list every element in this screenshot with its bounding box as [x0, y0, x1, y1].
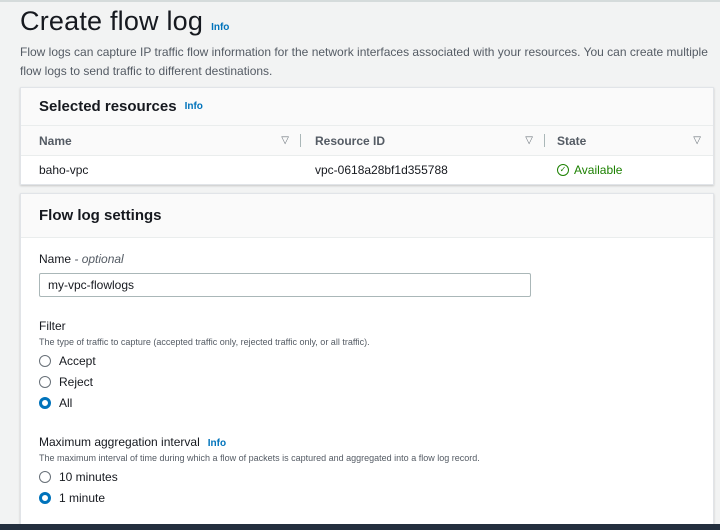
radio-button[interactable]	[39, 470, 51, 483]
column-header-resource-id[interactable]: Resource ID ▽	[301, 126, 545, 155]
radio-button[interactable]	[39, 354, 51, 367]
filter-description: The type of traffic to capture (accepted…	[39, 337, 370, 347]
filter-group: Filter The type of traffic to capture (a…	[39, 319, 695, 413]
name-input[interactable]	[39, 273, 531, 297]
page-header: Create flow log Info Flow logs can captu…	[20, 6, 710, 81]
sort-caret-down-icon[interactable]: ▽	[693, 135, 701, 146]
check-circle-icon: ✓	[557, 164, 569, 176]
table-row: baho-vpc vpc-0618a28bf1d355788 ✓ Availab…	[21, 156, 713, 184]
aggregation-label-row: Maximum aggregation interval Info	[39, 435, 695, 449]
filter-option-reject[interactable]: Reject	[39, 371, 695, 392]
bottom-bar	[0, 524, 720, 530]
aggregation-option-10-minutes[interactable]: 10 minutes	[39, 466, 695, 487]
aggregation-label: Maximum aggregation interval	[39, 435, 200, 449]
status-label: Available	[574, 163, 623, 177]
column-header-name[interactable]: Name ▽	[21, 126, 301, 155]
sort-caret-down-icon[interactable]: ▽	[281, 135, 289, 146]
name-field-group: Name - optional	[39, 252, 695, 297]
aggregation-info-link[interactable]: Info	[208, 438, 226, 449]
column-resource-id-label: Resource ID	[315, 133, 386, 148]
cell-state: ✓ Available	[545, 156, 713, 184]
sort-caret-down-icon[interactable]: ▽	[525, 135, 533, 146]
top-border	[0, 0, 720, 2]
optional-label: - optional	[74, 252, 124, 266]
column-header-state[interactable]: State ▽	[545, 126, 713, 155]
cell-resource-id: vpc-0618a28bf1d355788	[315, 163, 448, 177]
selected-resources-title: Selected resources	[39, 98, 177, 115]
flow-log-settings-header: Flow log settings	[21, 194, 713, 238]
name-label-text: Name	[39, 252, 72, 266]
filter-label: Filter	[39, 319, 66, 333]
aggregation-option-1-minute[interactable]: 1 minute	[39, 487, 695, 508]
page-title: Create flow log	[20, 6, 204, 36]
filter-option-all[interactable]: All	[39, 392, 695, 413]
aggregation-radio-group: 10 minutes 1 minute	[39, 466, 695, 508]
aggregation-description: The maximum interval of time during whic…	[39, 453, 480, 463]
aggregation-group: Maximum aggregation interval Info The ma…	[39, 435, 695, 508]
name-field-label: Name - optional	[39, 252, 695, 266]
flow-log-settings-panel: Flow log settings Name - optional Filter…	[20, 193, 714, 530]
cell-name: baho-vpc	[39, 163, 89, 177]
selected-resources-info-link[interactable]: Info	[185, 101, 203, 112]
radio-button-selected[interactable]	[39, 491, 51, 504]
filter-option-label: All	[59, 395, 73, 410]
column-state-label: State	[557, 133, 587, 148]
title-row: Create flow log Info	[20, 6, 710, 37]
aggregation-option-label: 1 minute	[59, 490, 106, 505]
status-badge: ✓ Available	[557, 163, 622, 177]
title-info-link[interactable]: Info	[211, 22, 229, 33]
radio-button-selected[interactable]	[39, 396, 51, 409]
filter-option-label: Reject	[59, 374, 94, 389]
selected-resources-header: Selected resources Info	[21, 88, 713, 126]
column-name-label: Name	[39, 133, 72, 148]
flow-log-settings-body: Name - optional Filter The type of traff…	[21, 238, 713, 522]
filter-option-label: Accept	[59, 353, 96, 368]
aggregation-option-label: 10 minutes	[59, 469, 118, 484]
radio-button[interactable]	[39, 375, 51, 388]
filter-radio-group: Accept Reject All	[39, 350, 695, 413]
selected-resources-panel: Selected resources Info Name ▽ Resource …	[20, 87, 714, 185]
flow-log-settings-title: Flow log settings	[39, 207, 162, 224]
table-header: Name ▽ Resource ID ▽ State ▽	[21, 126, 713, 156]
page-description: Flow logs can capture IP traffic flow in…	[20, 45, 708, 78]
filter-option-accept[interactable]: Accept	[39, 350, 695, 371]
